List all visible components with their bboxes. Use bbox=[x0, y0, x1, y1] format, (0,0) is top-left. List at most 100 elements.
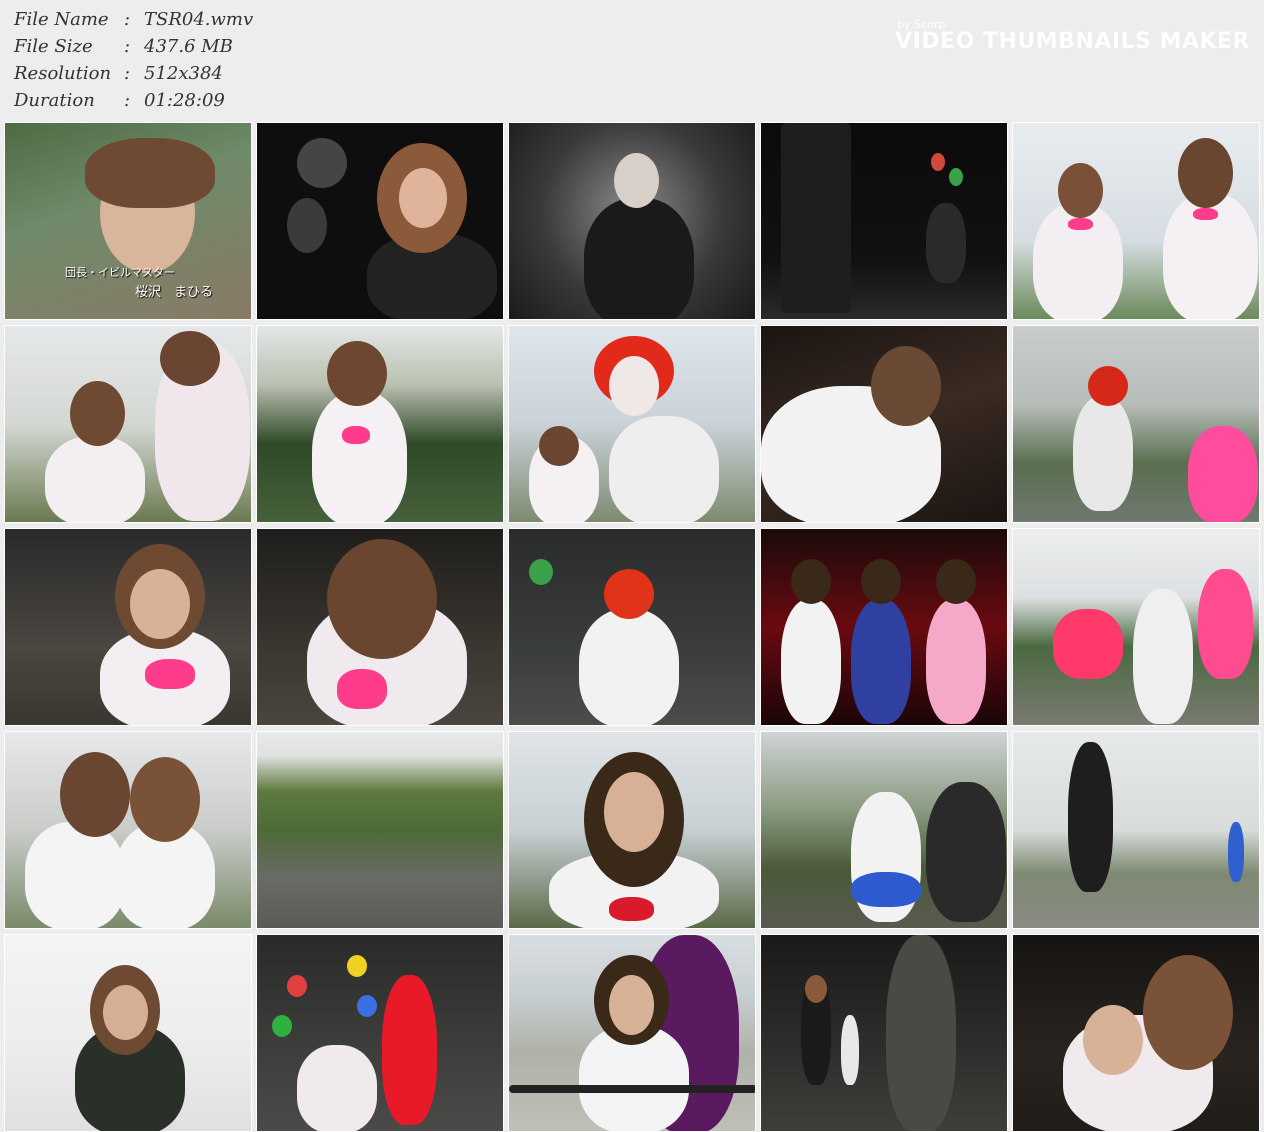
thumbnail-figure bbox=[579, 609, 679, 725]
thumbnail bbox=[1012, 934, 1260, 1132]
file-name-value: TSR04.wmv bbox=[144, 9, 254, 30]
file-size-label: File Size bbox=[14, 36, 93, 57]
thumbnail-figure bbox=[130, 569, 190, 639]
thumbnail: 団長・イビルマスター 桜沢 まひる bbox=[4, 122, 252, 320]
thumbnail bbox=[760, 325, 1008, 523]
thumbnail-figure bbox=[614, 153, 659, 208]
thumbnail-figure bbox=[791, 559, 831, 604]
thumbnail-figure bbox=[926, 782, 1006, 922]
thumbnail-figure bbox=[949, 168, 963, 186]
thumbnail-figure bbox=[609, 416, 719, 522]
thumbnail-figure bbox=[45, 436, 145, 522]
resolution-value: 512x384 bbox=[144, 63, 223, 84]
thumbnail-figure bbox=[297, 1045, 377, 1131]
thumbnail-figure bbox=[160, 331, 220, 386]
duration-row: Duration : 01:28:09 bbox=[14, 87, 253, 114]
thumbnail-figure bbox=[337, 669, 387, 709]
thumbnail-figure bbox=[861, 559, 901, 604]
thumbnail-figure bbox=[272, 1015, 292, 1037]
thumbnail bbox=[508, 122, 756, 320]
colon: : bbox=[124, 90, 131, 111]
thumbnail-figure bbox=[1228, 822, 1244, 882]
thumbnail bbox=[4, 528, 252, 726]
thumbnail-figure bbox=[347, 955, 367, 977]
thumbnail-figure bbox=[1198, 569, 1253, 679]
thumbnail-figure bbox=[926, 203, 966, 283]
thumbnail bbox=[508, 325, 756, 523]
thumbnail-figure bbox=[805, 975, 827, 1003]
thumbnail-figure bbox=[886, 935, 956, 1131]
thumbnail bbox=[760, 122, 1008, 320]
file-name-row: File Name : TSR04.wmv bbox=[14, 6, 253, 33]
thumbnail-figure bbox=[926, 599, 986, 724]
thumbnail-figure bbox=[327, 341, 387, 406]
thumbnail bbox=[4, 934, 252, 1132]
thumbnail bbox=[1012, 122, 1260, 320]
thumbnail bbox=[508, 934, 756, 1132]
thumbnail-figure bbox=[85, 138, 215, 208]
thumbnail bbox=[1012, 528, 1260, 726]
thumbnail-figure bbox=[1068, 742, 1113, 892]
thumbnail-figure bbox=[871, 346, 941, 426]
thumbnail-figure bbox=[60, 752, 130, 837]
thumbnail-figure bbox=[145, 659, 195, 689]
caption-line-2: 桜沢 まひる bbox=[135, 285, 214, 300]
thumbnail-figure bbox=[781, 123, 851, 313]
thumbnail bbox=[256, 325, 504, 523]
thumbnail-figure bbox=[1058, 163, 1103, 218]
watermark-title: VIDEO THUMBNAILS MAKER bbox=[895, 29, 1250, 54]
thumbnail bbox=[256, 731, 504, 929]
thumbnail-figure bbox=[327, 539, 437, 659]
watermark-by: by Scorp bbox=[897, 18, 946, 31]
thumbnail-figure bbox=[70, 381, 125, 446]
thumbnail bbox=[256, 934, 504, 1132]
thumbnail-figure bbox=[604, 772, 664, 852]
thumbnail bbox=[1012, 325, 1260, 523]
thumbnail-figure bbox=[1178, 138, 1233, 208]
resolution-label: Resolution bbox=[14, 63, 112, 84]
thumbnail-figure bbox=[931, 153, 945, 171]
thumbnail-figure bbox=[539, 426, 579, 466]
thumbnail-figure bbox=[312, 391, 407, 522]
thumbnail-figure bbox=[529, 559, 553, 585]
thumbnail-figure bbox=[287, 975, 307, 997]
thumbnail-figure bbox=[841, 1015, 859, 1085]
thumbnail bbox=[760, 731, 1008, 929]
thumbnail-figure bbox=[297, 138, 347, 188]
thumbnail-figure bbox=[1193, 208, 1218, 220]
thumbnail-figure bbox=[936, 559, 976, 604]
thumbnail bbox=[508, 528, 756, 726]
thumbnail-figure bbox=[1133, 589, 1193, 724]
thumbnail-figure bbox=[1088, 366, 1128, 406]
colon: : bbox=[124, 63, 131, 84]
thumbnail-figure bbox=[851, 872, 921, 907]
thumbnail bbox=[256, 528, 504, 726]
thumbnail-figure bbox=[342, 426, 370, 444]
thumbnail-figure bbox=[1188, 426, 1258, 522]
thumbnail-caption: 団長・イビルマスター 桜沢 まひる bbox=[65, 263, 213, 303]
thumbnail-figure bbox=[399, 168, 447, 228]
thumbnail-figure bbox=[1053, 609, 1123, 679]
colon: : bbox=[124, 36, 131, 57]
thumbnail-figure bbox=[357, 995, 377, 1017]
colon: : bbox=[124, 9, 131, 30]
thumbnail bbox=[4, 731, 252, 929]
thumbnail bbox=[1012, 731, 1260, 929]
thumbnail-figure bbox=[1068, 218, 1093, 230]
file-size-row: File Size : 437.6 MB bbox=[14, 33, 253, 60]
resolution-row: Resolution : 512x384 bbox=[14, 60, 253, 87]
thumbnail-figure bbox=[851, 599, 911, 724]
thumbnail-figure bbox=[1073, 396, 1133, 511]
thumbnail-figure bbox=[609, 975, 654, 1035]
thumbnail bbox=[508, 731, 756, 929]
thumbnail bbox=[256, 122, 504, 320]
watermark: by Scorp VIDEO THUMBNAILS MAKER bbox=[895, 18, 1250, 54]
thumbnail-figure bbox=[130, 757, 200, 842]
thumbnail bbox=[760, 934, 1008, 1132]
thumbnail-figure bbox=[609, 356, 659, 416]
thumbnail bbox=[760, 528, 1008, 726]
thumbnail bbox=[4, 325, 252, 523]
thumbnail-grid: 団長・イビルマスター 桜沢 まひる bbox=[4, 122, 1260, 1132]
file-info: File Name : TSR04.wmv File Size : 437.6 … bbox=[14, 6, 253, 114]
caption-line-1: 団長・イビルマスター bbox=[65, 266, 175, 279]
